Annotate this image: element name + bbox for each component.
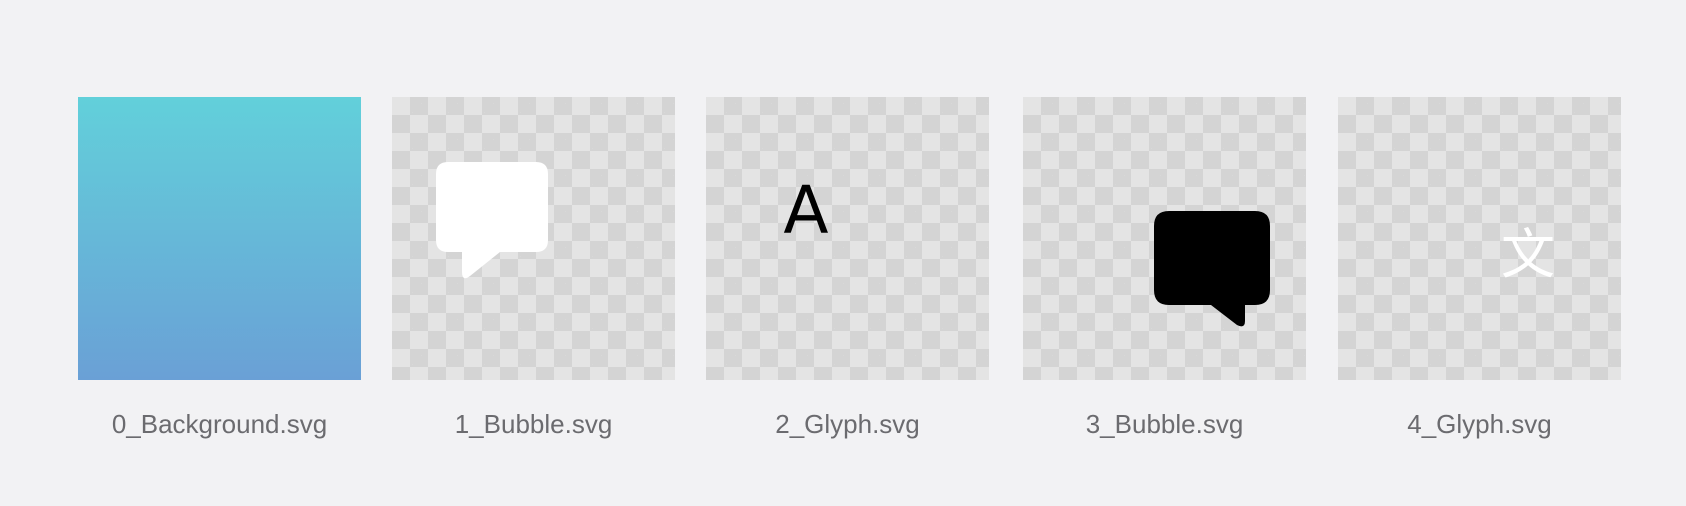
file-thumbnail-bubble-1[interactable] — [392, 97, 675, 380]
file-thumbnail-glyph-4[interactable]: 文 — [1338, 97, 1621, 380]
svg-text:A: A — [783, 172, 828, 249]
file-thumbnail-background[interactable] — [78, 97, 361, 380]
file-thumbnail-glyph-2[interactable]: A — [706, 97, 989, 380]
speech-bubble-icon — [1154, 211, 1270, 327]
gradient-background-icon — [78, 97, 361, 380]
file-name-label: 0_Background.svg — [111, 409, 328, 439]
file-thumbnail-grid: 0_Background.svg 1_Bubble.svg A 2_Glyph.… — [0, 0, 1686, 506]
file-name-label: 4_Glyph.svg — [1407, 409, 1552, 439]
file-name-label: 1_Bubble.svg — [454, 409, 613, 439]
speech-bubble-icon — [436, 162, 548, 279]
file-thumbnail-bubble-3[interactable] — [1023, 97, 1306, 380]
file-name-label: 3_Bubble.svg — [1085, 409, 1244, 439]
file-name-label: 2_Glyph.svg — [775, 409, 920, 439]
cjk-glyph-icon: 文 — [1501, 223, 1555, 286]
letter-a-glyph-icon: A — [783, 172, 828, 249]
svg-text:文: 文 — [1501, 223, 1555, 286]
